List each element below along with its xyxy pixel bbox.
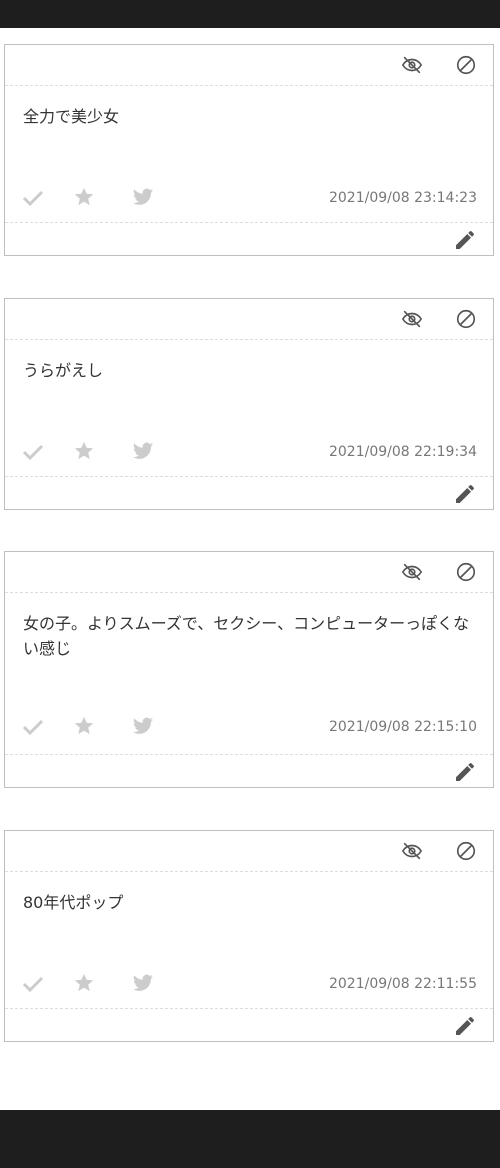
post-card: うらがえし 2021/09/08 22:19:34 [4, 298, 494, 510]
card-footer [5, 222, 493, 257]
check-icon[interactable] [21, 715, 47, 739]
card-body: 女の子。よりスムーズで、セクシー、コンピューターっぽくない感じ 2021/09/… [5, 593, 493, 754]
star-icon[interactable] [73, 972, 99, 996]
pencil-icon[interactable] [453, 760, 477, 784]
card-footer [5, 476, 493, 511]
eye-slash-icon[interactable] [401, 54, 423, 76]
card-header [5, 552, 493, 593]
card-body: 全力で美少女 2021/09/08 23:14:23 [5, 86, 493, 222]
post-text: 全力で美少女 [23, 107, 120, 126]
star-icon[interactable] [73, 186, 99, 210]
post-timestamp: 2021/09/08 22:19:34 [328, 444, 477, 460]
eye-slash-icon[interactable] [401, 308, 423, 330]
post-card: 女の子。よりスムーズで、セクシー、コンピューターっぽくない感じ 2021/09/… [4, 551, 494, 788]
post-timestamp: 2021/09/08 22:11:55 [328, 976, 477, 992]
twitter-bird-icon[interactable] [131, 440, 157, 464]
bottom-bar [0, 1110, 500, 1168]
pencil-icon[interactable] [453, 1014, 477, 1038]
twitter-bird-icon[interactable] [131, 972, 157, 996]
card-footer [5, 754, 493, 789]
post-text: うらがえし [23, 361, 104, 380]
star-icon[interactable] [73, 715, 99, 739]
check-icon[interactable] [21, 186, 47, 210]
post-actions [21, 440, 171, 464]
top-bar [0, 0, 500, 28]
post-card: 全力で美少女 2021/09/08 23:14:23 [4, 44, 494, 256]
card-header [5, 299, 493, 340]
twitter-bird-icon[interactable] [131, 715, 157, 739]
ban-icon[interactable] [455, 308, 477, 330]
eye-slash-icon[interactable] [401, 840, 423, 862]
post-timestamp: 2021/09/08 22:15:10 [328, 719, 477, 735]
pencil-icon[interactable] [453, 228, 477, 252]
post-timestamp: 2021/09/08 23:14:23 [328, 190, 477, 206]
check-icon[interactable] [21, 440, 47, 464]
post-text: 80年代ポップ [23, 893, 124, 912]
card-body: うらがえし 2021/09/08 22:19:34 [5, 340, 493, 476]
card-header [5, 45, 493, 86]
card-header [5, 831, 493, 872]
pencil-icon[interactable] [453, 482, 477, 506]
eye-slash-icon[interactable] [401, 561, 423, 583]
card-footer [5, 1008, 493, 1043]
card-body: 80年代ポップ 2021/09/08 22:11:55 [5, 872, 493, 1008]
post-actions [21, 715, 171, 739]
post-actions [21, 972, 171, 996]
ban-icon[interactable] [455, 561, 477, 583]
twitter-bird-icon[interactable] [131, 186, 157, 210]
post-text: 女の子。よりスムーズで、セクシー、コンピューターっぽくない感じ [23, 614, 470, 658]
post-actions [21, 186, 171, 210]
post-card: 80年代ポップ 2021/09/08 22:11:55 [4, 830, 494, 1042]
ban-icon[interactable] [455, 54, 477, 76]
check-icon[interactable] [21, 972, 47, 996]
ban-icon[interactable] [455, 840, 477, 862]
star-icon[interactable] [73, 440, 99, 464]
